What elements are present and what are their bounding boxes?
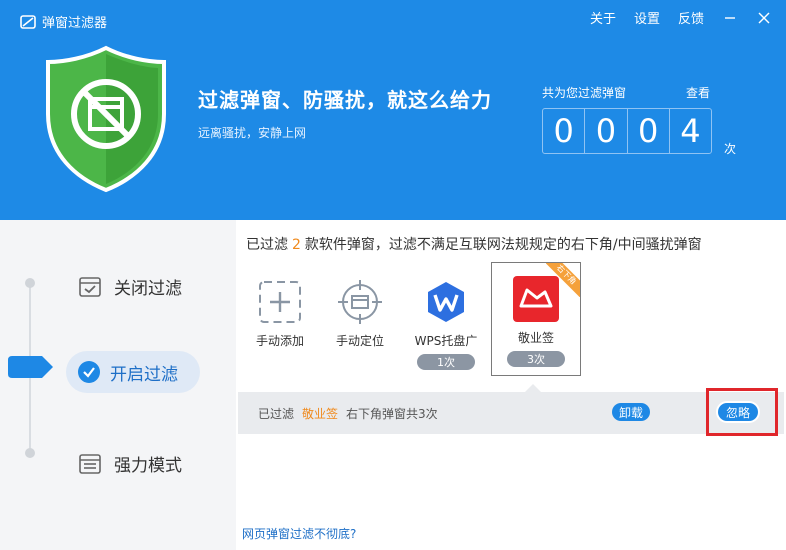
manual-locate-tile[interactable]: 手动定位 [316,264,404,376]
counter-digit: 4 [680,112,701,150]
mode-panel: 关闭过滤 开启过滤 强力模式 [0,220,236,550]
wps-tile[interactable]: WPS托盘广 1次 [402,264,490,376]
rail-dot [25,448,35,458]
filter-summary: 已过滤 2 款软件弹窗，过滤不满足互联网法规规定的右下角/中间骚扰弹窗 [246,234,702,254]
tile-label: 手动定位 [335,334,384,348]
shield-icon [46,45,166,193]
tile-label: 敬业签 [517,331,554,345]
counter-digit: 0 [543,109,586,153]
sub-slogan: 远离骚扰，安静上网 [198,126,307,140]
detail-prefix: 已过滤 [258,407,295,421]
tile-label: WPS托盘广 [414,334,478,348]
wps-icon [422,278,470,326]
app-logo-icon [20,14,36,29]
app-title-area: 弹窗过滤器 [20,12,107,31]
app-title: 弹窗过滤器 [42,16,108,31]
rail-dot [25,278,35,288]
counter-digit: 0 [628,109,670,153]
web-popup-link[interactable]: 网页弹窗过滤不彻底? [242,525,356,542]
minimize-icon [725,16,735,19]
detail-bar: 已过滤 敬业签 右下角弹窗共3次 卸载 忽略 [238,392,784,434]
counter-view-link[interactable]: 查看 [686,84,710,101]
detail-app-name: 敬业签 [302,407,339,421]
mode-off-label: 关闭过滤 [114,279,182,299]
jingyeqian-tile[interactable]: 右下角 敬业签 3次 [491,262,581,376]
corner-tag-label: 右下角 [546,263,580,297]
corner-tag: 右下角 [546,263,580,297]
tile-count-badge: 1次 [417,354,475,370]
minimize-button[interactable] [722,10,738,26]
uninstall-button[interactable]: 卸载 [612,403,650,421]
manual-add-tile[interactable]: 手动添加 [236,264,324,376]
counter-unit: 次 [724,142,737,156]
feedback-link[interactable]: 反馈 [678,8,704,27]
mode-strong-label: 强力模式 [114,456,182,476]
counter-digit: 0 [585,109,628,153]
window-icon [79,453,101,474]
content-panel: 已过滤2款软件弹窗，过滤不满足互联网法规规定的右下角/中间骚扰弹窗 手动添加 [236,220,786,550]
detail-suffix: 右下角弹窗共3次 [346,407,438,421]
about-link[interactable]: 关于 [590,8,616,27]
settings-link[interactable]: 设置 [634,8,660,27]
summary-prefix: 已过滤 [246,237,288,253]
checkbox-icon [79,276,101,297]
close-icon [758,12,770,23]
ignore-highlight-box [706,388,778,436]
check-circle-icon [78,361,100,383]
detail-text: 已过滤 敬业签 右下角弹窗共3次 [258,405,438,422]
mode-strong-button[interactable]: 强力模式 [78,451,182,476]
mode-off-button[interactable]: 关闭过滤 [78,274,182,299]
summary-count: 2 [292,237,301,253]
mode-on-button[interactable]: 开启过滤 [66,351,200,393]
header-banner: 弹窗过滤器 关于 设置 反馈 过滤弹窗、防骚扰，就这么给力 远离骚扰，安静上网 … [0,0,786,220]
crosshair-icon [336,278,384,326]
close-button[interactable] [756,10,772,26]
mode-indicator-icon [8,356,53,378]
mode-on-label: 开启过滤 [110,364,178,385]
top-menu: 关于 设置 反馈 [590,8,772,27]
add-icon [256,278,304,326]
slogan: 过滤弹窗、防骚扰，就这么给力 [198,88,492,112]
summary-suffix: 款软件弹窗，过滤不满足互联网法规规定的右下角/中间骚扰弹窗 [304,237,702,253]
tile-count-badge: 3次 [507,351,565,367]
counter-title: 共为您过滤弹窗 [542,86,627,100]
filter-counter: 0 0 0 4 [542,108,712,154]
tile-label: 手动添加 [255,334,304,348]
